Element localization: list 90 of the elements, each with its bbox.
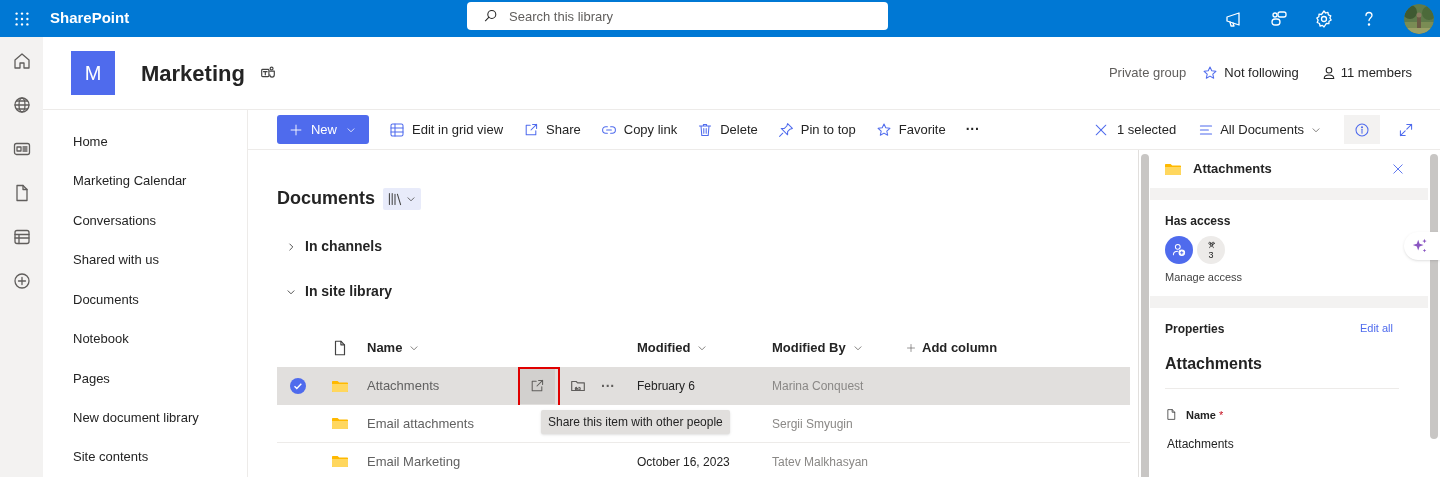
share-icon [523, 121, 540, 138]
info-button[interactable] [1344, 115, 1380, 144]
plus-icon [906, 342, 916, 353]
group-icon [1205, 240, 1217, 251]
column-header[interactable]: Name [361, 337, 511, 358]
scrollbar-thumb[interactable] [1430, 154, 1438, 439]
chat-icon [1269, 8, 1289, 29]
info-icon [1354, 121, 1370, 138]
modified-by: Tatev Malkhasyan [771, 453, 870, 471]
nav-link[interactable]: Documents [73, 279, 247, 320]
search-icon [483, 8, 499, 24]
nav-link[interactable]: Conversations [73, 200, 247, 241]
clear-selection-button[interactable]: 1 selected [1086, 119, 1183, 140]
modified-date: October 16, 2023 [636, 453, 731, 471]
folder-icon [332, 455, 348, 468]
modified-by: Sergii Smyugin [771, 415, 854, 433]
search-field[interactable]: Search this library [467, 2, 888, 30]
checkmark-icon[interactable] [290, 378, 306, 394]
expand-icon [1398, 121, 1414, 138]
library-switcher[interactable] [383, 187, 421, 210]
add-access-button[interactable] [1165, 236, 1193, 264]
share-icon [529, 378, 545, 394]
column-header[interactable]: Modified By [756, 337, 890, 358]
folder-icon [332, 379, 348, 393]
file-name[interactable]: Attachments [361, 376, 511, 396]
nav-link[interactable]: Site contents [73, 437, 247, 477]
star-icon [875, 121, 892, 138]
section-heading: Properties [1165, 320, 1225, 338]
folder-icon [1165, 162, 1181, 176]
site-title: Marketing [141, 59, 245, 88]
privacy-label: Private group [1108, 64, 1187, 83]
folder-icon [332, 417, 348, 430]
trash-icon [697, 121, 714, 138]
modified-by: Marina Conquest [771, 378, 865, 395]
nav-link[interactable]: Home [73, 122, 247, 162]
column-header[interactable]: Modified [621, 337, 756, 358]
toolbar-button[interactable]: Copy link [590, 115, 688, 144]
close-icon [1391, 162, 1405, 176]
toolbar-button[interactable]: Favorite [865, 115, 956, 144]
app-launcher-icon[interactable] [12, 9, 31, 28]
nav-link[interactable]: Pages [73, 358, 247, 399]
file-type-icon [1165, 408, 1178, 422]
app-name[interactable]: SharePoint [50, 7, 130, 30]
nav-link[interactable]: Notebook [73, 319, 247, 359]
group-access-badge[interactable]: 3 [1197, 236, 1225, 264]
section-toggle[interactable]: In channels [285, 236, 383, 257]
toolbar-button[interactable]: Pin to top [767, 115, 866, 144]
field-value: Attachments [1167, 436, 1235, 453]
members-button[interactable]: 11 members [1320, 63, 1412, 83]
view-dropdown[interactable]: All Documents [1194, 119, 1326, 140]
add-icon [11, 271, 32, 291]
copilot-button[interactable] [1404, 232, 1440, 260]
scrollbar-thumb[interactable] [1141, 154, 1149, 477]
globe-icon [11, 95, 32, 115]
edit-all-link[interactable]: Edit all [1359, 320, 1393, 337]
add-column-button[interactable]: Add column [890, 337, 1130, 358]
toolbar-button[interactable]: Delete [687, 115, 768, 144]
settings-icon [1314, 8, 1334, 29]
plus-icon [289, 122, 303, 137]
modified-date: February 6 [636, 378, 697, 395]
manage-access-link[interactable]: Manage access [1165, 269, 1413, 286]
item-title: Attachments [1165, 351, 1399, 389]
section-heading: Has access [1165, 213, 1232, 230]
pin-icon [777, 121, 794, 138]
tooltip: Share this item with other people [541, 410, 730, 434]
required-mark: * [1218, 407, 1224, 423]
library-title: Documents [277, 187, 375, 210]
more-button[interactable]: ··· [601, 375, 615, 397]
field-label: Name [1186, 407, 1216, 423]
close-button[interactable] [1391, 162, 1405, 176]
toolbar-button[interactable]: Edit in grid view [379, 115, 514, 144]
library-icon [387, 190, 403, 207]
toolbar-button[interactable]: Share [513, 115, 591, 144]
grid-icon [389, 121, 405, 138]
sparkle-icon [1411, 237, 1429, 255]
new-button[interactable]: New [277, 115, 369, 144]
follow-button[interactable]: Not following [1202, 63, 1299, 83]
section-toggle[interactable]: In site library [285, 281, 393, 302]
more-button[interactable]: ··· [955, 119, 990, 140]
file-name[interactable]: Email attachments [361, 413, 511, 434]
add-person-icon [1171, 242, 1187, 258]
star-icon [1202, 65, 1219, 81]
home-icon [11, 51, 32, 71]
list-icon [11, 227, 32, 247]
file-name[interactable]: Email Marketing [361, 451, 511, 472]
site-logo: M [71, 51, 115, 95]
panel-title: Attachments [1193, 160, 1272, 179]
nav-link[interactable]: New document library [73, 398, 247, 438]
nav-link[interactable]: Shared with us [73, 240, 247, 280]
nav-link[interactable]: Marketing Calendar [73, 161, 247, 201]
